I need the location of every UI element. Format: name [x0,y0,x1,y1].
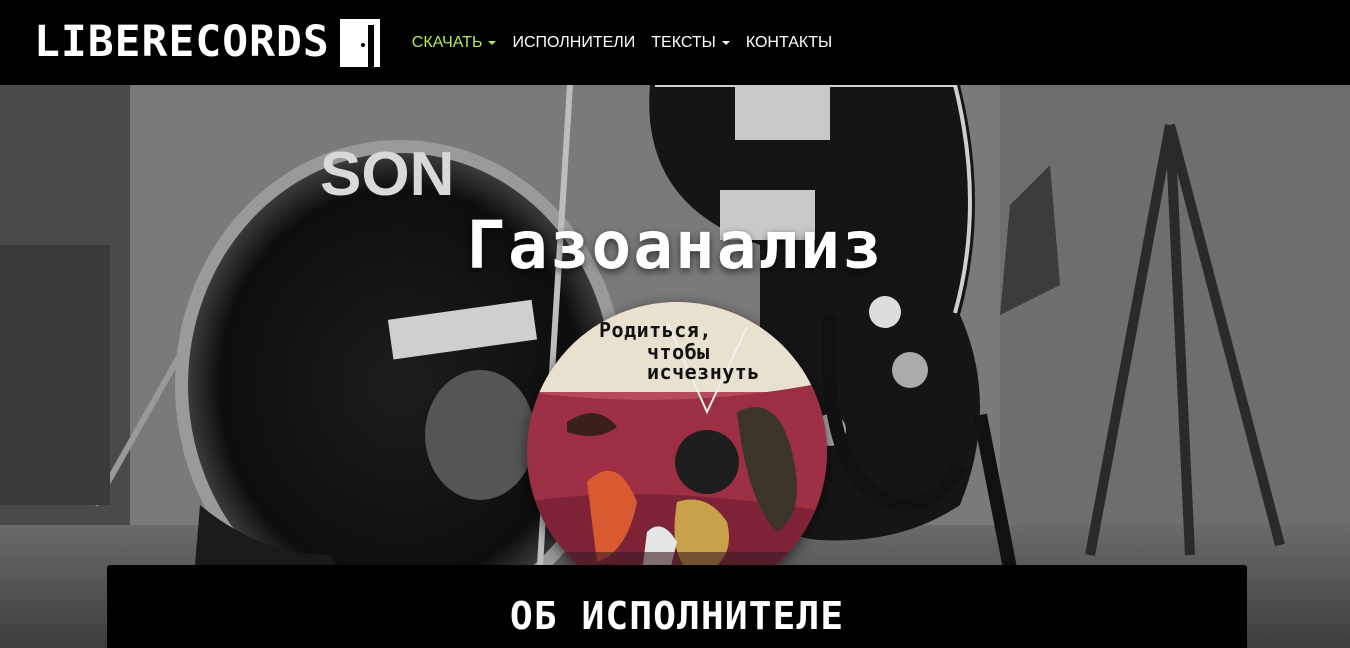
nav-item-artists[interactable]: ИСПОЛНИТЕЛИ [512,34,635,52]
navbar: LIBERECORDS СКАЧАТЬ ИСПОЛНИТЕЛИ ТЕКСТЫ К… [0,0,1350,85]
album-cover-art [527,302,827,602]
brand-logo[interactable]: LIBERECORDS [34,17,382,69]
door-icon [339,18,380,67]
main-nav: СКАЧАТЬ ИСПОЛНИТЕЛИ ТЕКСТЫ КОНТАКТЫ [412,34,848,52]
nav-item-lyrics[interactable]: ТЕКСТЫ [651,34,730,52]
caret-down-icon [721,40,730,45]
nav-item-artists-label: ИСПОЛНИТЕЛИ [512,33,636,51]
svg-text:SON: SON [320,140,454,209]
about-section: ОБ ИСПОЛНИТЕЛЕ [107,565,1247,648]
caret-down-icon [488,40,497,45]
nav-item-contacts-label: КОНТАКТЫ [745,33,833,51]
about-title: ОБ ИСПОЛНИТЕЛЕ [509,594,845,638]
nav-item-lyrics-label: ТЕКСТЫ [651,33,716,51]
brand-name: LIBERECORDS [34,17,330,67]
nav-item-contacts[interactable]: КОНТАКТЫ [746,34,832,52]
album-cover[interactable]: Родиться, чтобы исчезнуть [527,302,827,602]
nav-item-download-label: СКАЧАТЬ [411,33,483,51]
hero-banner: SON Газоанализ Родиться, чтобы исчезнуть [0,85,1350,648]
nav-item-download[interactable]: СКАЧАТЬ [412,34,497,52]
artist-title: Газоанализ [466,207,884,284]
